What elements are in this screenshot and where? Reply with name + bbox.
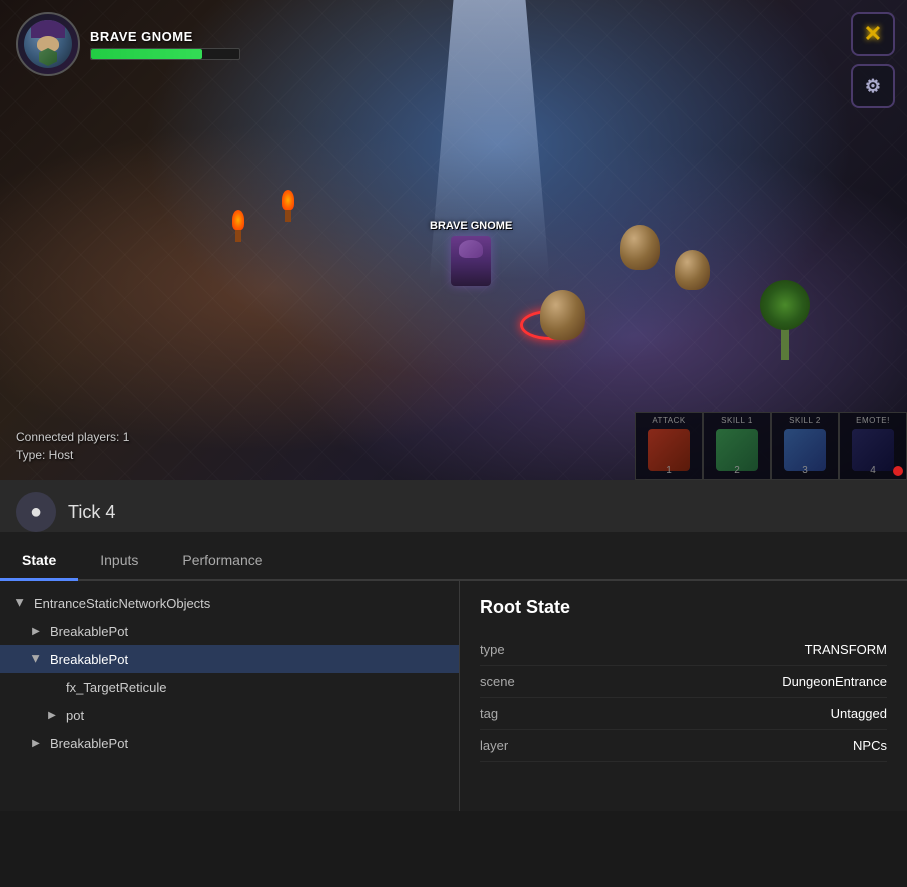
tick-bar: ● Tick 4 [0,480,907,532]
tree-arrow-root: ▶ [12,595,28,611]
tree-item-breakable3-label: BreakablePot [50,736,128,751]
hud-top-left: BRAVE GNOME [16,12,240,76]
prop-key-layer: layer [480,738,508,753]
hud-top-right: ✕ ⚙ [851,12,895,108]
avatar-inner [24,20,72,68]
tree-item-fx-target[interactable]: ▶ fx_TargetReticule [0,673,459,701]
player-name-hud: BRAVE GNOME [90,29,240,44]
tree-item-breakable2[interactable]: ▶ BreakablePot [0,645,459,673]
tree-item-root[interactable]: ▶ EntranceStaticNetworkObjects [0,589,459,617]
skill-1-num: 2 [734,465,740,476]
game-viewport: BRAVE GNOME BRAVE GNOME [0,0,907,480]
tick-avatar: ● [16,492,56,532]
notification-dot [893,466,903,476]
tree-item-breakable3[interactable]: ▶ BreakablePot [0,729,459,757]
prop-val-tag: Untagged [831,706,887,721]
breakable-pot-3 [675,250,710,290]
health-bar-background [90,48,240,60]
torch-2 [280,190,296,220]
props-title: Root State [480,597,887,618]
tree-item-fx-label: fx_TargetReticule [66,680,166,695]
prop-row-scene: scene DungeonEntrance [480,666,887,698]
tree-item-root-label: EntranceStaticNetworkObjects [34,596,210,611]
skill-attack-num: 1 [666,465,672,476]
torch-flame-2 [282,190,294,210]
tree-item-pot-label: pot [66,708,84,723]
prop-row-layer: layer NPCs [480,730,887,762]
health-bar-fill [91,49,202,59]
skill-emote-num: 4 [870,465,876,476]
skills-bar: ATTACK 1 SKILL 1 2 SKILL 2 3 EMOTE! 4 [635,412,907,480]
tree-item-breakable1-label: BreakablePot [50,624,128,639]
props-panel: Root State type TRANSFORM scene DungeonE… [460,581,907,811]
player-entity: BRAVE GNOME [430,220,512,286]
tree-arrow-breakable3: ▶ [28,735,44,751]
tick-label: Tick 4 [68,502,115,523]
skill-slot-emote[interactable]: EMOTE! 4 [839,412,907,480]
tree-arrow-breakable2: ▶ [28,651,44,667]
breakable-pot-2 [620,225,660,270]
player-info: BRAVE GNOME [90,29,240,60]
prop-key-type: type [480,642,505,657]
tree-item-breakable1[interactable]: ▶ BreakablePot [0,617,459,645]
tree-item-breakable2-label: BreakablePot [50,652,128,667]
skill-slot-attack[interactable]: ATTACK 1 [635,412,703,480]
prop-val-type: TRANSFORM [805,642,887,657]
prop-val-layer: NPCs [853,738,887,753]
skill-attack-label: ATTACK [652,416,685,425]
tree-arrow-pot: ▶ [44,707,60,723]
breakable-pot-1 [540,290,585,340]
skill-2-label: SKILL 2 [789,416,821,425]
player-sprite [451,236,491,286]
skill-2-num: 3 [802,465,808,476]
tree-item-pot[interactable]: ▶ pot [0,701,459,729]
torch-1 [230,210,246,240]
type-label: Type: Host [16,446,129,464]
hud-bottom-left: Connected players: 1 Type: Host [16,428,129,464]
settings-button[interactable]: ⚙ [851,64,895,108]
prop-row-tag: tag Untagged [480,698,887,730]
avatar [16,12,80,76]
torch-body-1 [235,230,241,242]
player-hud: BRAVE GNOME [16,12,240,76]
prop-row-type: type TRANSFORM [480,634,887,666]
plant-decoration [755,280,815,360]
tab-state[interactable]: State [0,542,78,581]
torch-flame-1 [232,210,244,230]
tree-panel: ▶ EntranceStaticNetworkObjects ▶ Breakab… [0,581,460,811]
skill-emote-label: EMOTE! [856,416,890,425]
content-area: ▶ EntranceStaticNetworkObjects ▶ Breakab… [0,581,907,811]
tabs-row: State Inputs Performance [0,542,907,581]
player-name-tag: BRAVE GNOME [430,220,512,232]
skill-1-label: SKILL 1 [721,416,753,425]
torch-body-2 [285,210,291,222]
connected-players-label: Connected players: 1 [16,428,129,446]
skill-slot-1[interactable]: SKILL 1 2 [703,412,771,480]
close-button[interactable]: ✕ [851,12,895,56]
tab-performance[interactable]: Performance [160,542,284,581]
skill-slot-2[interactable]: SKILL 2 3 [771,412,839,480]
prop-key-tag: tag [480,706,498,721]
tree-arrow-breakable1: ▶ [28,623,44,639]
prop-key-scene: scene [480,674,515,689]
tab-inputs[interactable]: Inputs [78,542,160,581]
game-background: BRAVE GNOME BRAVE GNOME [0,0,907,480]
debug-panel: ● Tick 4 State Inputs Performance ▶ Entr… [0,480,907,811]
prop-val-scene: DungeonEntrance [782,674,887,689]
